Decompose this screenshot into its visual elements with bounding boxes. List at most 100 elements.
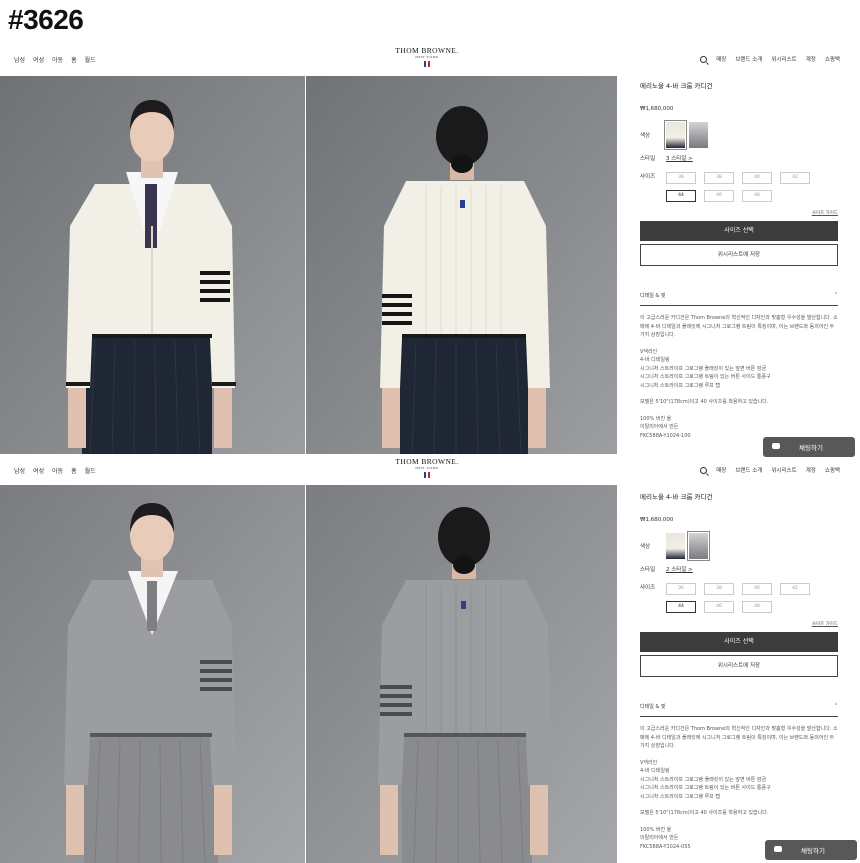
main-nav: 남성 여성 아동 홈 월드 (14, 466, 104, 475)
nav-stores[interactable]: 매장 (716, 55, 726, 63)
nav-account[interactable]: 계정 (806, 55, 816, 63)
size-option-46[interactable]: 46 (704, 601, 734, 613)
details-label: 디테일 & 핏 (640, 704, 666, 710)
color-swatch-grey[interactable] (687, 531, 710, 561)
size-option-48[interactable]: 48 (742, 601, 772, 613)
size-option-42[interactable]: 42 (780, 172, 810, 184)
model-back-illustration (306, 485, 617, 863)
logo-sub: NEW YORK (415, 55, 439, 59)
size-option-40[interactable]: 40 (742, 583, 772, 595)
brand-logo[interactable]: THOM BROWNE. NEW YORK (390, 46, 464, 67)
search-icon[interactable] (700, 466, 708, 474)
brand-logo[interactable]: THOM BROWNE. NEW YORK (390, 457, 464, 478)
size-option-48[interactable]: 48 (742, 190, 772, 202)
size-option-38[interactable]: 38 (704, 583, 734, 595)
size-option-36[interactable]: 36 (666, 172, 696, 184)
size-option-42[interactable]: 42 (780, 583, 810, 595)
nav-wishlist[interactable]: 위시리스트 (771, 466, 796, 474)
nav-home[interactable]: 홈 (71, 468, 77, 475)
model-note: 모델은 5'10"(178cm)이고 40 사이즈를 착용하고 있습니다. (640, 399, 769, 405)
size-guide-link[interactable]: 사이즈 가이드 (640, 621, 838, 627)
size-row: 사이즈 36 38 40 42 44 46 48 (640, 172, 838, 208)
feature-item: V넥라인 (640, 348, 658, 355)
nav-bag[interactable]: 쇼핑백 (825, 466, 840, 474)
chat-button[interactable]: 채팅하기 (765, 840, 857, 860)
nav-men[interactable]: 남성 (14, 57, 25, 64)
details-accordion[interactable]: 디테일 & 핏 ⌃ (640, 292, 838, 306)
product-photo-back[interactable] (306, 485, 617, 863)
nav-kids[interactable]: 아동 (52, 468, 63, 475)
size-row: 사이즈 36 38 40 42 44 46 48 (640, 583, 838, 619)
size-options: 36 38 40 42 44 46 48 (666, 583, 838, 619)
model-front-illustration (0, 485, 305, 863)
wishlist-button[interactable]: 위시리스트에 저장 (640, 244, 838, 266)
select-size-button[interactable]: 사이즈 선택 (640, 632, 838, 652)
material-item: 100% 버진 울 (640, 415, 672, 422)
nav-women[interactable]: 여성 (33, 468, 44, 475)
color-row: 색상 (640, 120, 838, 150)
nav-account[interactable]: 계정 (806, 466, 816, 474)
size-option-38[interactable]: 38 (704, 172, 734, 184)
nav-world[interactable]: 월드 (85, 57, 96, 64)
product-photo-front[interactable] (0, 485, 305, 863)
nav-stores[interactable]: 매장 (716, 466, 726, 474)
logo-sub: NEW YORK (415, 466, 439, 470)
style-label: 스타일 (640, 156, 656, 162)
search-icon[interactable] (700, 55, 708, 63)
site-header: 남성 여성 아동 홈 월드 THOM BROWNE. NEW YORK 매장 브랜드 소… (0, 455, 860, 487)
post-number-tag: #3626 (8, 4, 84, 35)
details-accordion[interactable]: 디테일 & 핏 ⌃ (640, 703, 838, 717)
product-photo-front[interactable] (0, 76, 305, 454)
chat-button[interactable]: 채팅하기 (763, 437, 855, 457)
utility-nav: 매장 브랜드 소개 위시리스트 계정 쇼핑백 (700, 55, 840, 63)
style-link[interactable]: 2 스타일 > (666, 565, 693, 573)
size-option-44[interactable]: 44 (666, 601, 696, 613)
color-swatch-grey[interactable] (689, 122, 708, 148)
color-label: 색상 (640, 133, 651, 139)
tricolor-icon (390, 472, 464, 478)
style-row: 스타일 2 스타일 > (640, 565, 838, 573)
style-label: 스타일 (640, 567, 656, 573)
model-front-illustration (0, 76, 305, 454)
nav-about[interactable]: 브랜드 소개 (735, 466, 762, 474)
nav-about[interactable]: 브랜드 소개 (735, 55, 762, 63)
style-link[interactable]: 3 스타일 > (666, 154, 693, 162)
nav-kids[interactable]: 아동 (52, 57, 63, 64)
color-label: 색상 (640, 544, 651, 550)
size-label: 사이즈 (640, 585, 656, 591)
select-size-button[interactable]: 사이즈 선택 (640, 221, 838, 241)
product-photo-back[interactable] (306, 76, 617, 454)
logo-brand: THOM BROWNE. (395, 457, 459, 466)
nav-wishlist[interactable]: 위시리스트 (771, 55, 796, 63)
feature-item: 시그니처 스트라이프 그로그랭 루프 탭 (640, 793, 720, 800)
feature-item: 4-바 디테일링 (640, 357, 670, 363)
color-swatch-ivory[interactable] (664, 120, 687, 150)
wishlist-button[interactable]: 위시리스트에 저장 (640, 655, 838, 677)
feature-item: 시그니처 스트라이프 그로그랭 트림이 있는 버튼 사이드 통풍구 (640, 374, 771, 380)
nav-world[interactable]: 월드 (85, 468, 96, 475)
size-guide-link[interactable]: 사이즈 가이드 (640, 210, 838, 216)
feature-list: V넥라인 4-바 디테일링 시그니처 스트라이프 그로그랭 플래킷이 있는 앞면… (640, 759, 838, 802)
feature-item: 시그니처 스트라이프 그로그랭 트림이 있는 버튼 사이드 통풍구 (640, 785, 771, 791)
size-option-36[interactable]: 36 (666, 583, 696, 595)
color-row: 색상 (640, 531, 838, 561)
chat-label: 채팅하기 (801, 847, 825, 855)
product-title: 메리노울 4-바 크롭 카디건 (640, 493, 713, 501)
chat-label: 채팅하기 (799, 444, 823, 452)
nav-men[interactable]: 남성 (14, 468, 25, 475)
size-option-44[interactable]: 44 (666, 190, 696, 202)
product-price: ₩1,680,000 (640, 517, 674, 523)
site-header: 남성 여성 아동 홈 월드 THOM BROWNE. NEW YORK 매장 브랜드 소… (0, 44, 860, 76)
chat-bubble-icon (774, 846, 782, 852)
feature-item: V넥라인 (640, 759, 658, 766)
product-description: 이 고급스러운 카디건은 Thom Browne의 혁신적인 디자인과 맞춤형 … (640, 726, 838, 749)
product-info: 메리노울 4-바 크롭 카디건 ₩1,680,000 색상 스타일 3 스타일 … (640, 76, 838, 440)
nav-home[interactable]: 홈 (71, 57, 77, 64)
product-description: 이 고급스러운 카디건은 Thom Browne의 혁신적인 디자인과 맞춤형 … (640, 315, 838, 338)
color-swatch-ivory[interactable] (666, 533, 685, 559)
size-option-46[interactable]: 46 (704, 190, 734, 202)
size-option-40[interactable]: 40 (742, 172, 772, 184)
product-info: 메리노울 4-바 크롭 카디건 ₩1,680,000 색상 스타일 2 스타일 … (640, 487, 838, 851)
nav-women[interactable]: 여성 (33, 57, 44, 64)
nav-bag[interactable]: 쇼핑백 (825, 55, 840, 63)
